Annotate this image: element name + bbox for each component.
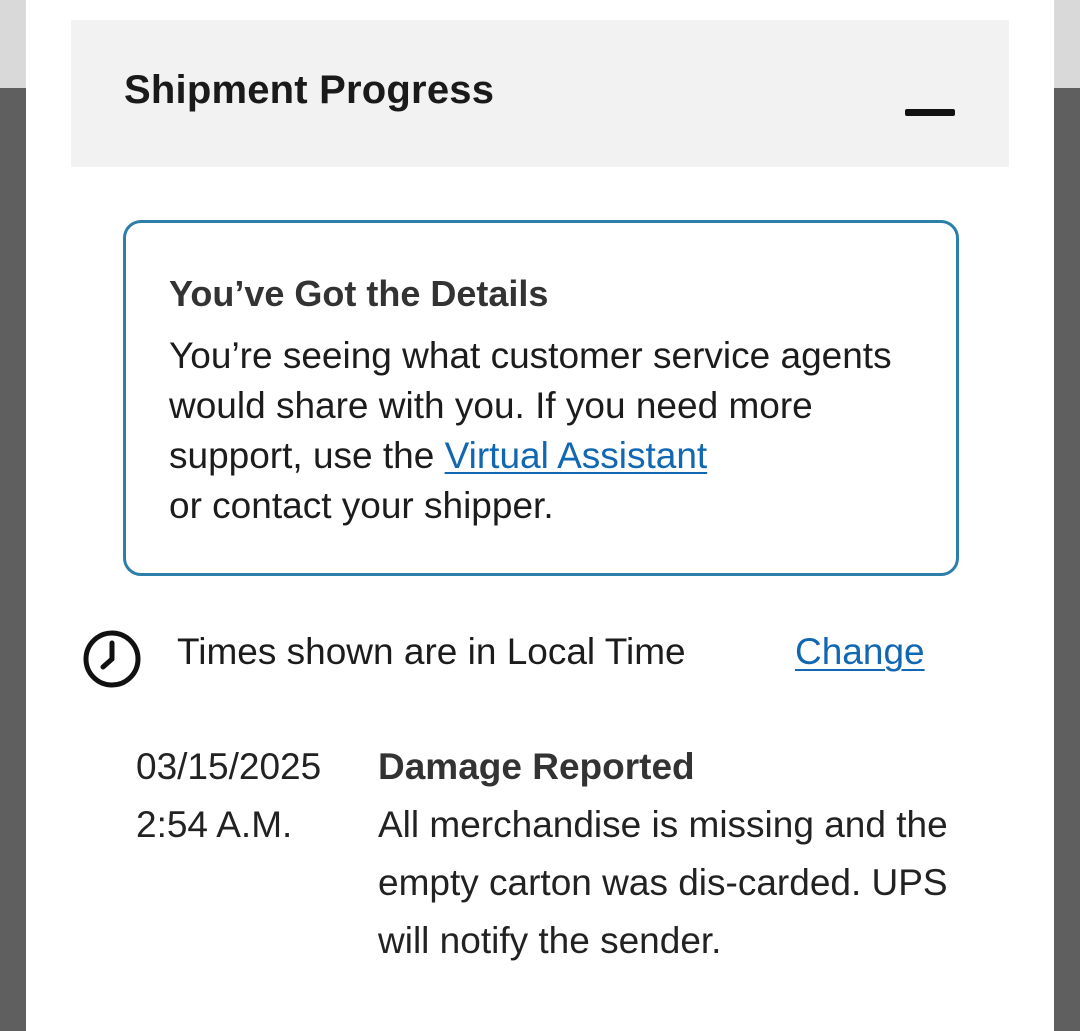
time-zone-row: Times shown are in Local Time Change [82,625,982,688]
event-description: All merchandise is missing and the empty… [378,804,948,961]
minus-icon [905,109,955,116]
info-body-text-end: or contact your shipper. [169,485,554,526]
event-time: 2:54 A.M. [136,804,293,845]
event-status: Damage Reported [378,746,695,787]
shipment-progress-header[interactable]: Shipment Progress [71,20,1009,167]
virtual-assistant-link[interactable]: Virtual Assistant [445,435,708,476]
event-date: 03/15/2025 [136,746,322,787]
info-box-body: You’re seeing what customer service agen… [169,331,929,531]
change-time-zone-link[interactable]: Change [795,631,925,673]
collapse-button[interactable] [901,98,961,128]
time-zone-label: Times shown are in Local Time [177,631,686,672]
info-box-title: You’ve Got the Details [169,273,549,314]
shipment-details-sheet: Shipment Progress You’ve Got the Details… [26,0,1054,1031]
details-info-box: You’ve Got the Details You’re seeing wha… [123,220,959,576]
clock-icon [83,630,141,688]
section-title: Shipment Progress [124,68,495,112]
